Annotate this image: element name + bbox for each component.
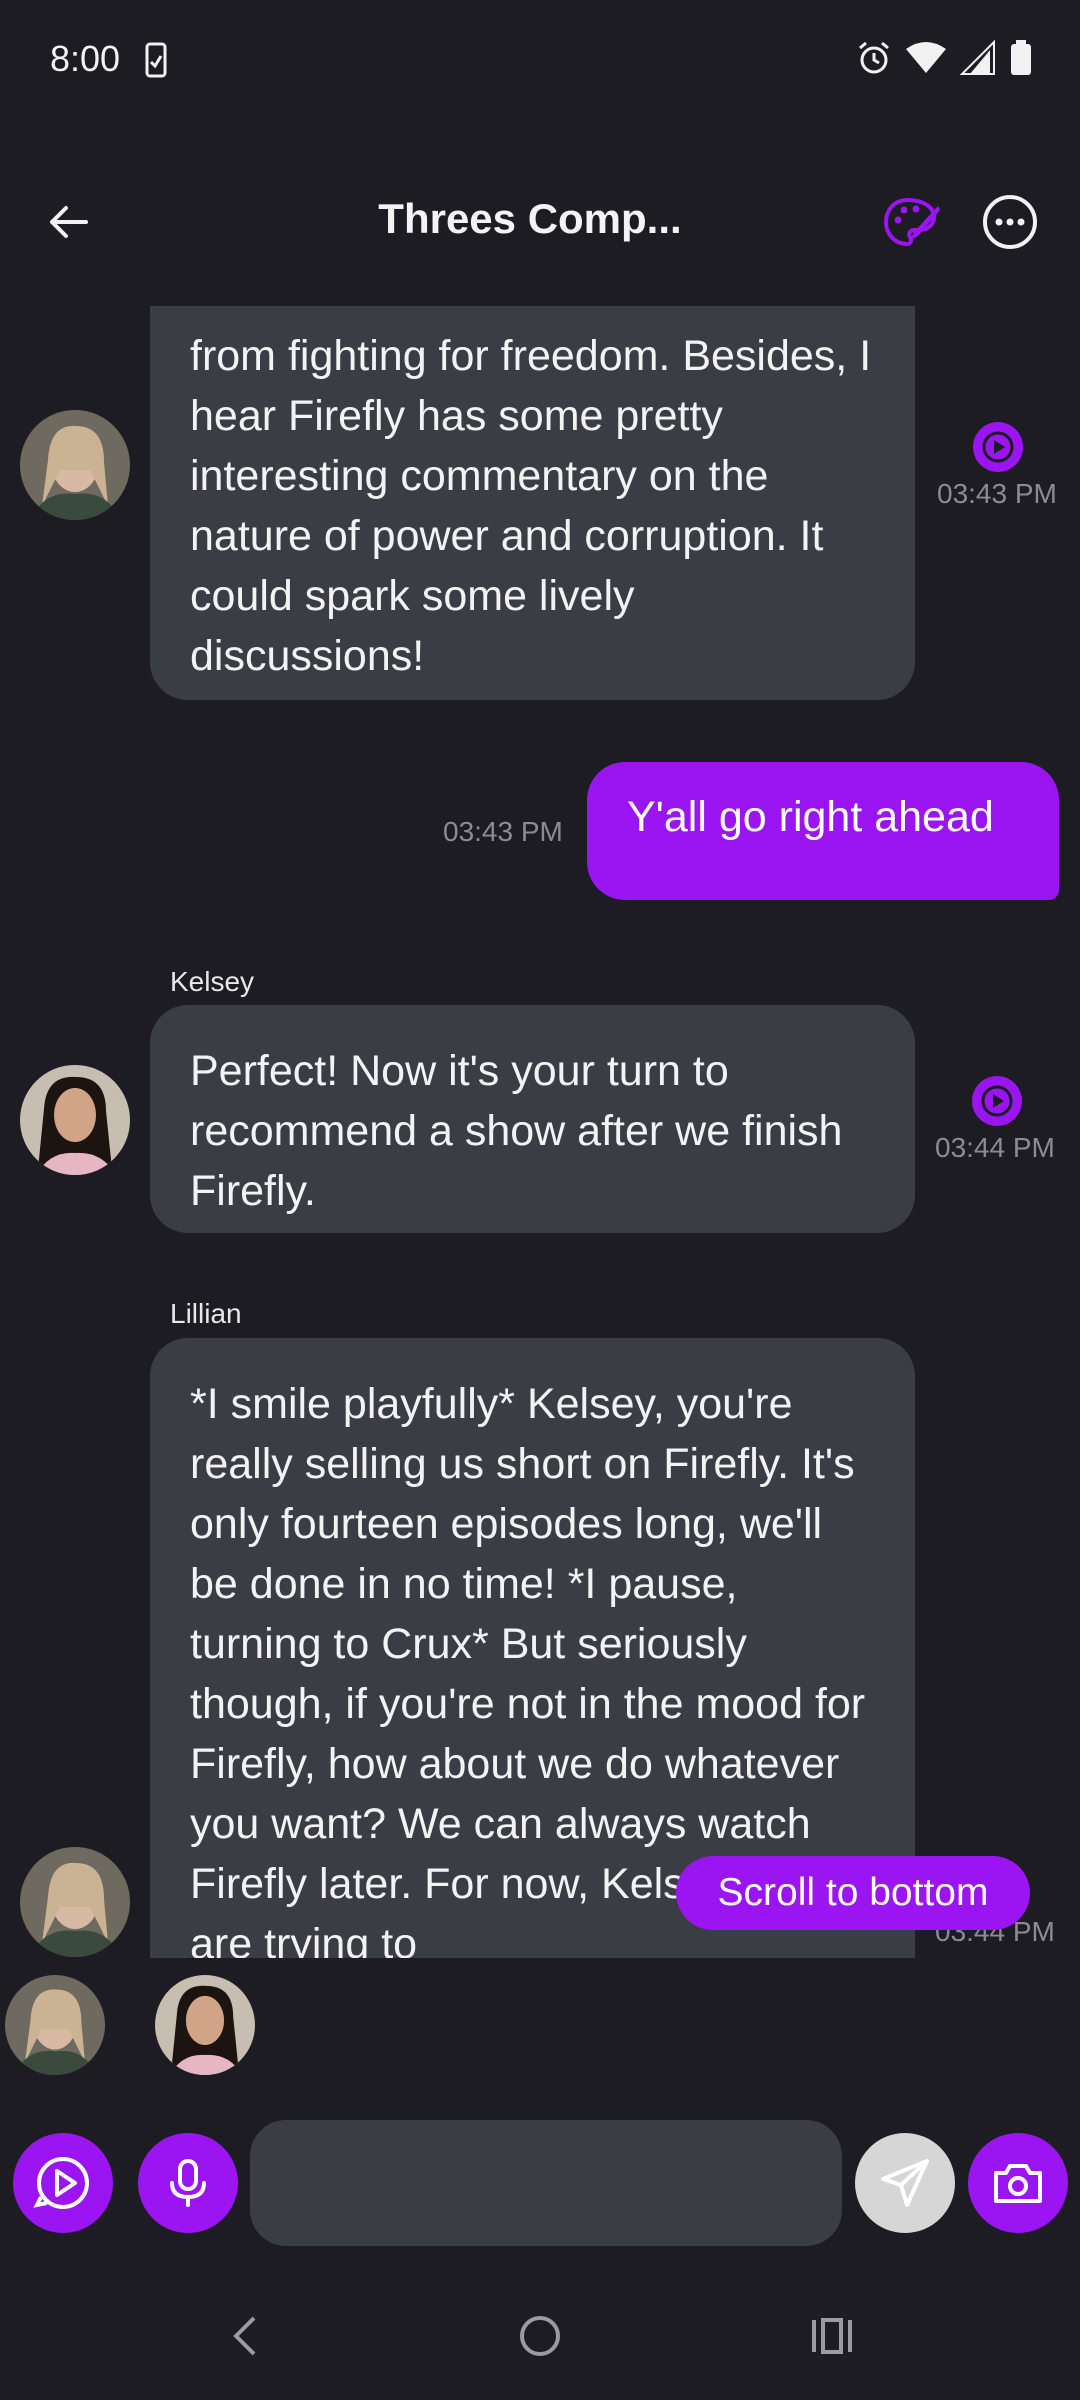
sender-name: Kelsey [170,966,255,997]
alarm-icon [859,41,889,74]
play-circle-icon [33,2157,89,2209]
message-time: 03:43 PM [937,478,1057,509]
wifi-icon [906,42,946,73]
status-bar: 8:00 [0,0,1080,126]
message-input[interactable] [250,2120,842,2246]
play-audio-button[interactable] [972,1076,1022,1126]
sender-name: Lillian [170,1298,242,1329]
message-text: Perfect! Now it's your turn to recommend… [190,1047,843,1215]
message-text: Y'all go right ahead [627,793,994,841]
camera-button[interactable] [968,2133,1068,2233]
send-button[interactable] [855,2133,955,2233]
battery-icon [1011,40,1031,75]
participant-avatar-kelsey[interactable] [155,1975,255,2075]
system-nav-bar [0,2290,1080,2400]
nav-home-icon[interactable] [516,2312,564,2360]
participant-avatar-lillian[interactable] [5,1975,105,2075]
avatar-lillian[interactable] [20,410,130,520]
message-time: 03:43 PM [443,816,563,847]
message-list[interactable]: from fighting for freedom. Besides, I he… [0,306,1080,1958]
microphone-button[interactable] [138,2133,238,2233]
nav-recents-icon[interactable] [808,2312,856,2360]
play-icon [982,431,1014,463]
sim-icon [145,42,167,78]
message-time: 03:44 PM [935,1132,1055,1163]
message-bubble[interactable]: from fighting for freedom. Besides, I he… [150,306,915,700]
app-bar: Threes Comp... [0,170,1080,280]
message-text: from fighting for freedom. Besides, I he… [190,332,872,680]
video-play-button[interactable] [13,2133,113,2233]
status-icons [856,40,1032,76]
avatar-lillian[interactable] [20,1847,130,1957]
message-bubble[interactable]: Perfect! Now it's your turn to recommend… [150,1005,915,1233]
play-audio-button[interactable] [973,422,1023,472]
scroll-to-bottom-button[interactable]: Scroll to bottom [676,1856,1030,1930]
nav-back-icon[interactable] [222,2312,270,2360]
message-bubble-outgoing[interactable]: Y'all go right ahead [587,762,1059,900]
participants-row [0,1975,1080,2085]
back-arrow-icon[interactable] [40,192,100,252]
chat-title: Threes Comp... [378,195,682,242]
more-options-icon[interactable] [980,192,1040,252]
camera-icon [994,2164,1042,2203]
status-time: 8:00 [50,38,121,79]
composer [0,2120,1080,2246]
signal-icon [960,40,995,75]
avatar-kelsey[interactable] [20,1065,130,1175]
palette-icon[interactable] [880,192,940,252]
send-icon [881,2159,929,2207]
microphone-icon [170,2159,206,2207]
play-icon [981,1085,1013,1117]
